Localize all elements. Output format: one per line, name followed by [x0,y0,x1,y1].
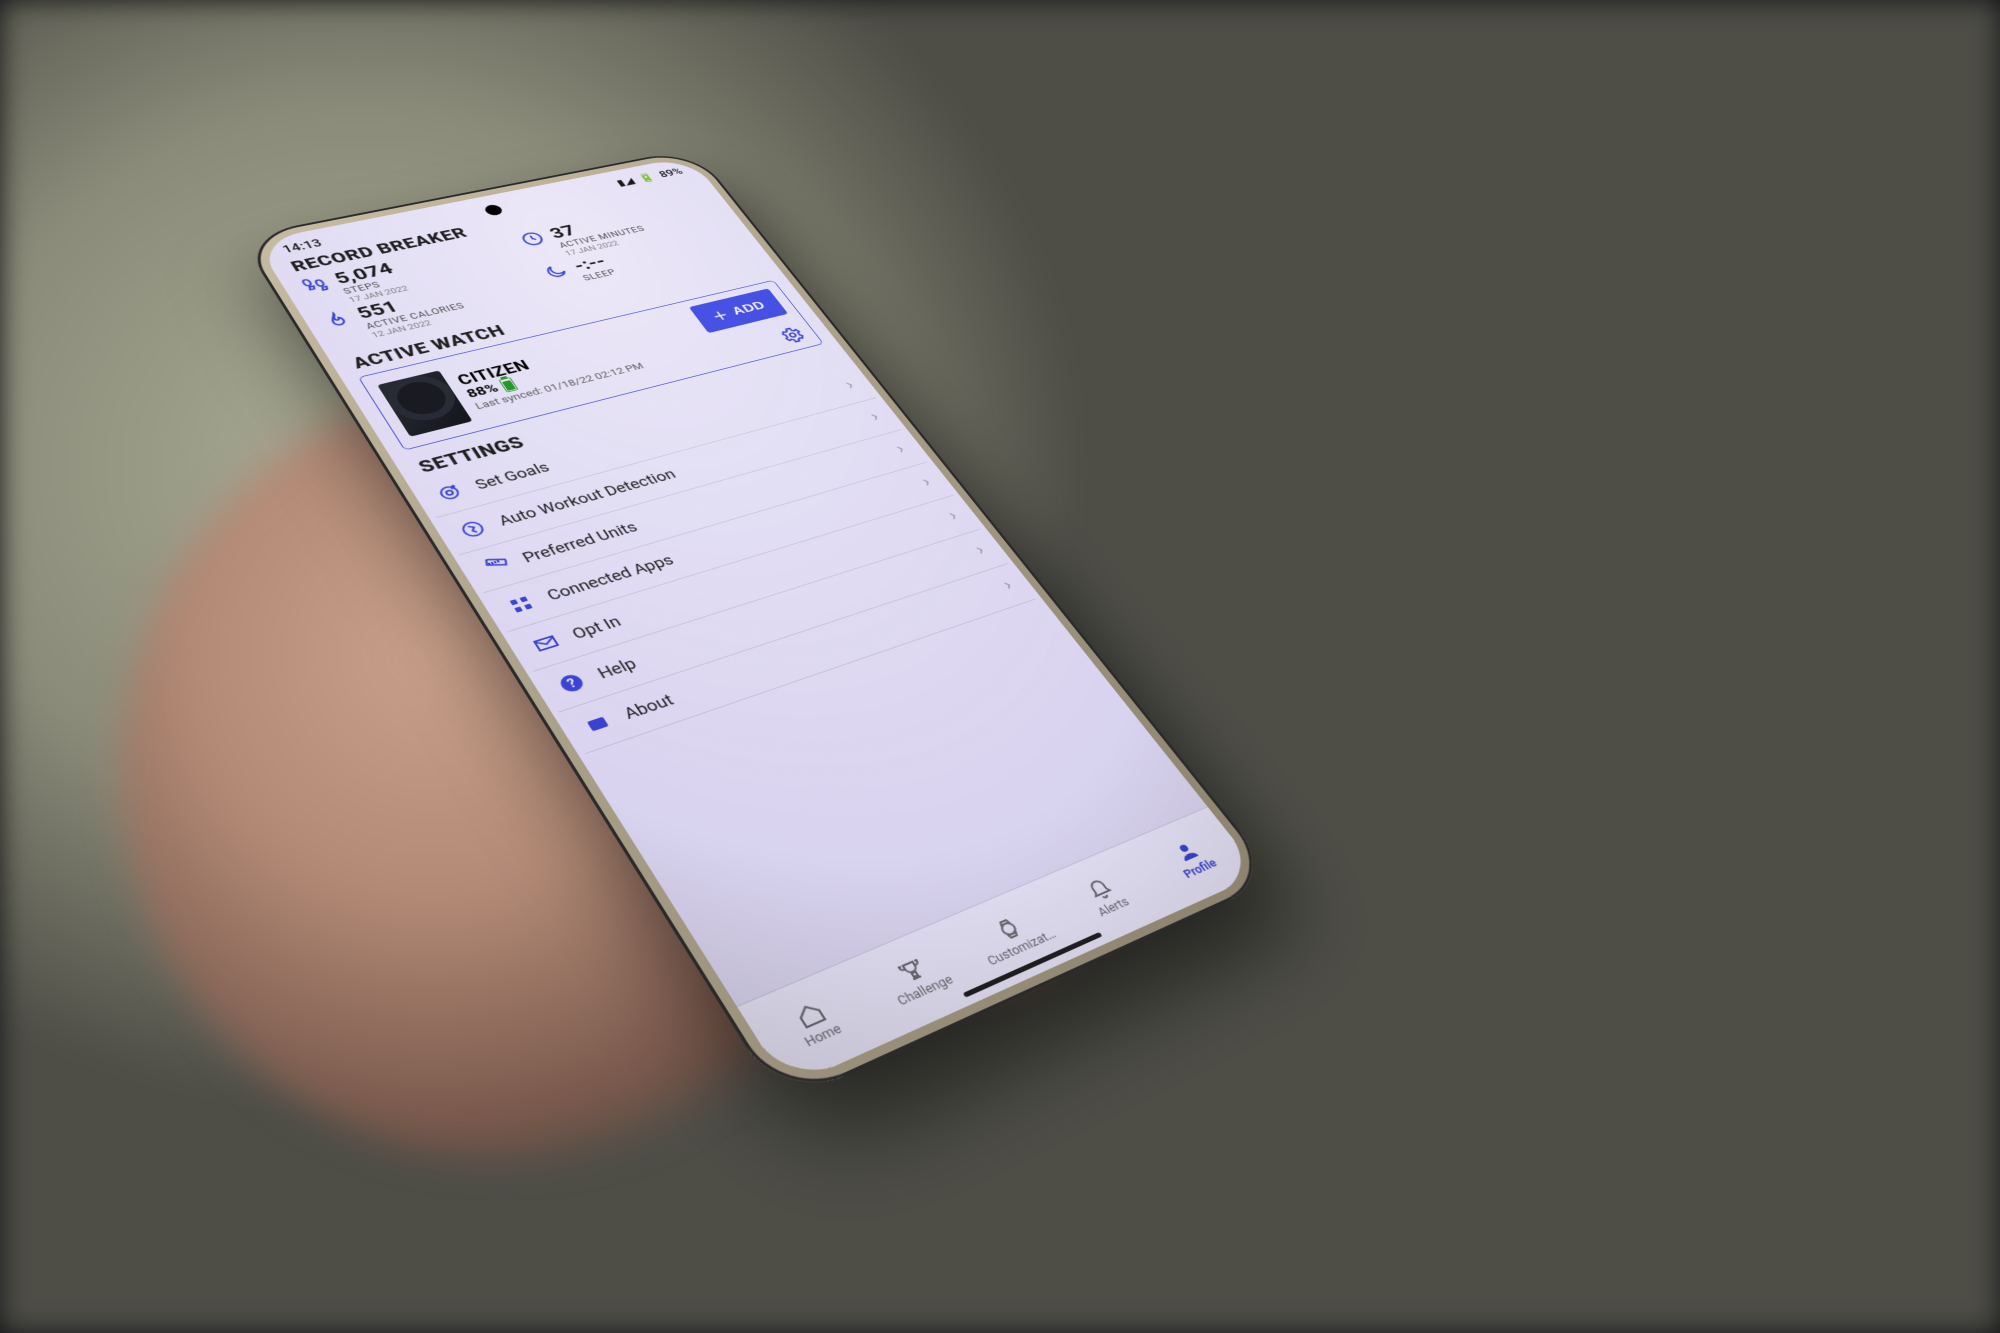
tab-label: Customizat… [985,927,1060,969]
add-label: ADD [729,299,768,318]
ruler-icon [480,555,514,579]
home-indicator[interactable] [963,932,1103,998]
tab-profile[interactable]: Profile [1123,807,1260,912]
settings-item-label: About [620,584,998,723]
tab-home[interactable]: Home [737,963,893,1088]
settings-item-label: Help [594,549,970,683]
mail-icon [529,631,564,656]
help-icon: ? [554,670,589,696]
bell-icon [1082,875,1117,903]
tab-challenge[interactable]: Challenge [842,921,993,1040]
bottom-tab-bar: Home Challenge Customizat… Alerts [737,806,1261,1087]
chevron-right-icon: › [945,508,961,524]
footsteps-icon [298,274,332,295]
watch-icon [990,914,1026,944]
run-icon [456,518,490,541]
moon-icon [540,262,573,282]
apps-icon [504,592,539,617]
profile-icon [1170,838,1204,865]
home-icon [791,999,830,1031]
battery-gauge-icon [498,377,518,392]
settings-help[interactable]: ? Help › [533,529,1008,712]
chevron-right-icon: › [842,378,857,392]
trophy-icon [893,955,930,986]
tab-label: Alerts [1095,895,1133,920]
tab-alerts[interactable]: Alerts [1035,843,1177,952]
tab-label: Challenge [894,972,956,1009]
clock-icon [516,229,548,248]
chevron-right-icon: › [893,442,909,457]
gear-icon[interactable] [777,325,809,345]
chevron-right-icon: › [1000,577,1017,593]
flame-icon [320,309,355,330]
chevron-right-icon: › [867,410,883,425]
target-icon [433,482,467,505]
app-screen: 14:13 ▮◢ 🔋 89% RECORD BREAKER 5,074 [255,156,1261,1087]
plus-icon: ＋ [708,306,733,324]
chevron-right-icon: › [972,543,989,559]
phone-device: 14:13 ▮◢ 🔋 89% RECORD BREAKER 5,074 [239,148,1278,1104]
add-watch-button[interactable]: ＋ ADD [689,288,788,333]
tab-customization[interactable]: Customizat… [941,881,1087,995]
svg-text:?: ? [564,676,579,691]
chevron-right-icon: › [919,475,935,490]
info-icon [580,711,616,738]
settings-about[interactable]: About › [559,564,1036,754]
tab-label: Home [802,1021,845,1050]
tab-label: Profile [1181,856,1220,881]
